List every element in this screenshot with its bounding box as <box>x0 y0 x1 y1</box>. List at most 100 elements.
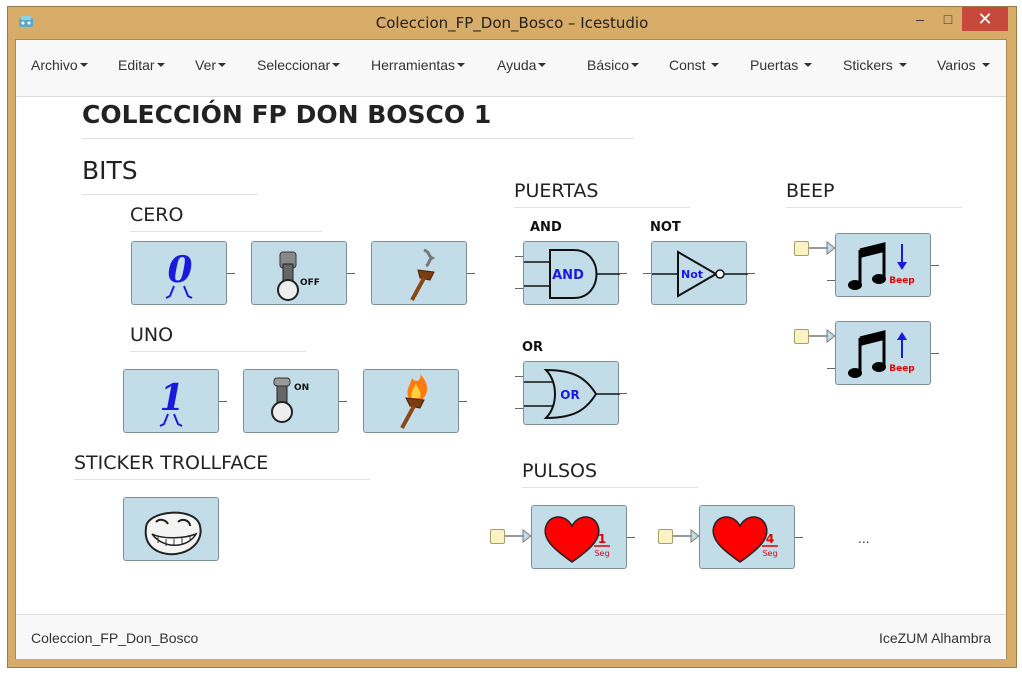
input-port[interactable] <box>794 329 809 344</box>
project-name: Coleccion_FP_Don_Bosco <box>31 630 199 646</box>
block-switch-on[interactable]: ON <box>243 369 339 433</box>
caret-down-icon <box>79 63 88 68</box>
menu-editar[interactable]: Editar <box>118 40 165 90</box>
output-pin <box>339 401 347 402</box>
output-pin <box>931 265 939 266</box>
section-beep: BEEP <box>786 180 835 202</box>
beep-up-text: Beep <box>889 364 915 374</box>
pulse-1-unit: Seg <box>594 549 609 558</box>
caret-down-icon <box>218 63 227 68</box>
and-gate-icon: AND <box>524 249 620 299</box>
music-note-icon: Beep <box>848 242 915 290</box>
block-zero-constant[interactable]: 0 <box>131 241 227 305</box>
menu-ayuda[interactable]: Ayuda <box>497 40 547 90</box>
output-pin <box>459 401 467 402</box>
heart-icon: 4 Seg <box>712 516 778 563</box>
menu-label: Herramientas <box>371 57 456 73</box>
output-pin <box>627 537 635 538</box>
input-arrow <box>809 329 836 343</box>
output-pin <box>619 393 627 394</box>
pulse-1-number: 1 <box>598 532 606 546</box>
block-torch-on[interactable] <box>363 369 459 433</box>
input-arrow <box>673 529 700 543</box>
caret-down-icon <box>156 63 165 68</box>
menu-label: Seleccionar <box>257 57 331 73</box>
title-bar[interactable]: Coleccion_FP_Don_Bosco – Icestudio – □ ✕ <box>8 7 1016 39</box>
caret-down-icon <box>898 63 907 68</box>
block-and-gate[interactable]: AND <box>523 241 620 305</box>
block-pulse-4-seg[interactable]: 4 Seg <box>699 505 795 569</box>
input-arrow <box>809 241 836 255</box>
zero-glyph: 0 <box>167 249 192 291</box>
input-pin <box>515 288 523 289</box>
torch-on-icon <box>400 374 428 429</box>
beep-down-text: Beep <box>889 276 915 286</box>
output-pin <box>467 273 475 274</box>
beep-underline <box>786 207 962 208</box>
output-pin <box>931 353 939 354</box>
input-arrow <box>505 529 532 543</box>
block-beep-up[interactable]: Beep <box>835 321 931 385</box>
menu-herramientas[interactable]: Herramientas <box>371 40 466 90</box>
block-one-constant[interactable]: 1 <box>123 369 219 433</box>
menu-label: Archivo <box>31 57 78 73</box>
caret-down-icon <box>332 63 341 68</box>
menu-label: Stickers <box>843 57 897 73</box>
pulse-4-number: 4 <box>766 532 774 546</box>
menu-archivo[interactable]: Archivo <box>31 40 88 90</box>
menu-label: Const <box>669 57 710 73</box>
block-beep-down[interactable]: Beep <box>835 233 931 297</box>
minimize-button[interactable]: – <box>906 7 934 31</box>
section-sticker: STICKER TROLLFACE <box>74 452 269 474</box>
input-port[interactable] <box>490 529 505 544</box>
input-pin <box>515 256 523 257</box>
block-not-gate[interactable]: Not <box>651 241 748 305</box>
menu-bar: Archivo Editar Ver Seleccionar Herramien… <box>16 40 1006 97</box>
caret-down-icon <box>538 63 547 68</box>
or-label: OR <box>522 340 544 355</box>
collection-title: COLECCIÓN FP DON BOSCO 1 <box>82 100 492 129</box>
menu-stickers[interactable]: Stickers <box>843 40 907 90</box>
menu-basico[interactable]: Básico <box>587 40 640 90</box>
menu-label: Ayuda <box>497 57 537 73</box>
menu-ver[interactable]: Ver <box>195 40 227 90</box>
puertas-underline <box>514 207 690 208</box>
input-pin <box>827 368 835 369</box>
not-gate-text: Not <box>681 268 703 281</box>
board-name[interactable]: IceZUM Alhambra <box>879 615 991 661</box>
on-label: ON <box>294 383 309 393</box>
output-pin <box>219 401 227 402</box>
block-torch-off[interactable] <box>371 241 467 305</box>
close-button[interactable]: ✕ <box>962 7 1008 31</box>
block-pulse-1-seg[interactable]: 1 Seg <box>531 505 627 569</box>
block-or-gate[interactable]: OR <box>523 361 620 425</box>
input-port[interactable] <box>794 241 809 256</box>
caret-down-icon <box>981 63 990 68</box>
block-switch-off[interactable]: OFF <box>251 241 347 305</box>
menu-puertas[interactable]: Puertas <box>750 40 813 90</box>
off-label: OFF <box>300 278 320 288</box>
caret-down-icon <box>457 63 466 68</box>
not-label: NOT <box>650 220 681 235</box>
sticker-underline <box>74 479 370 480</box>
torch-off-icon <box>410 248 436 301</box>
window-title: Coleccion_FP_Don_Bosco – Icestudio <box>375 14 649 32</box>
pulse-4-unit: Seg <box>762 549 777 558</box>
pulsos-underline <box>522 487 698 488</box>
menu-label: Puertas <box>750 57 803 73</box>
menu-varios[interactable]: Varios <box>937 40 990 90</box>
maximize-button[interactable]: □ <box>934 7 962 31</box>
window-frame: Coleccion_FP_Don_Bosco – Icestudio – □ ✕… <box>7 6 1017 668</box>
heart-icon: 1 Seg <box>544 516 610 563</box>
one-character-icon: 1 <box>159 377 185 427</box>
one-glyph: 1 <box>159 377 184 419</box>
section-pulsos: PULSOS <box>522 460 598 482</box>
menu-label: Varios <box>937 57 980 73</box>
ellipsis-text: ... <box>858 530 870 546</box>
input-port[interactable] <box>658 529 673 544</box>
output-pin <box>619 273 627 274</box>
menu-seleccionar[interactable]: Seleccionar <box>257 40 341 90</box>
menu-const[interactable]: Const <box>669 40 720 90</box>
zero-character-icon: 0 <box>165 249 193 299</box>
block-trollface-sticker[interactable] <box>123 497 219 561</box>
